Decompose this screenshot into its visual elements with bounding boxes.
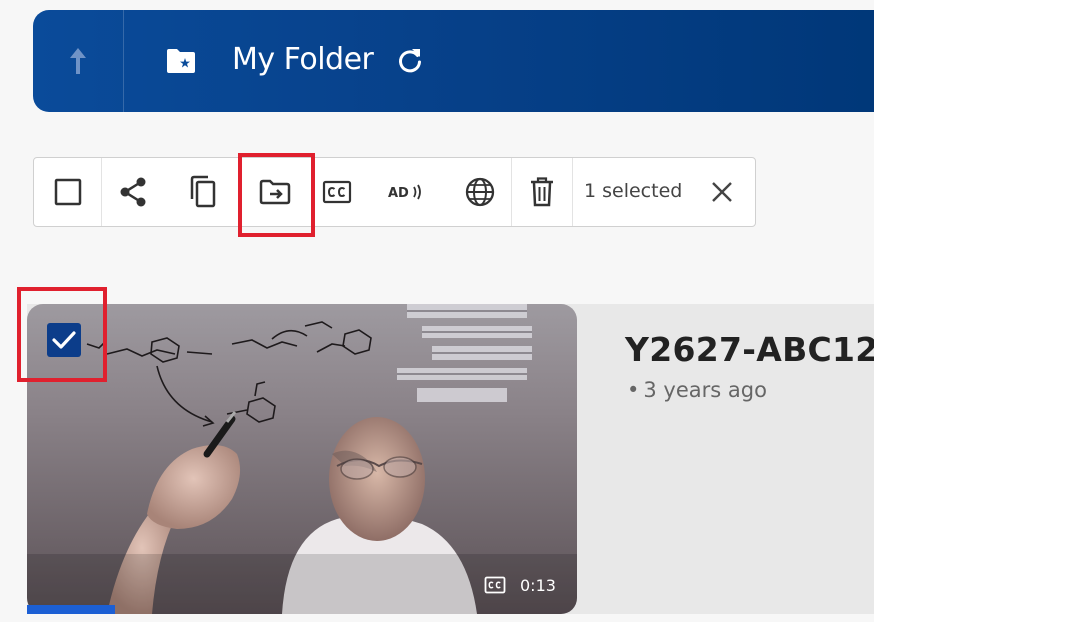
cc-icon: [484, 576, 506, 594]
up-arrow-icon: [70, 48, 86, 74]
clear-selection-button[interactable]: [694, 158, 750, 226]
share-button[interactable]: [102, 158, 164, 226]
globe-icon: [465, 177, 495, 207]
video-thumbnail-image: [27, 304, 577, 614]
folder-move-icon: [259, 179, 291, 205]
meta-dot: •: [627, 378, 640, 402]
copy-button[interactable]: [172, 158, 234, 226]
video-thumbnail[interactable]: [27, 304, 577, 614]
page: My Folder AD 1 selected 0:13 Y2627-ABC12…: [0, 0, 874, 622]
watch-progress-bar: [27, 605, 115, 614]
copy-icon: [190, 175, 216, 208]
video-title[interactable]: Y2627-ABC123-: [625, 330, 874, 369]
folder-header: My Folder: [33, 10, 874, 112]
video-duration: 0:13: [520, 575, 556, 595]
blank-area: [874, 0, 1082, 622]
close-icon: [712, 182, 732, 202]
svg-text:AD: AD: [388, 186, 409, 201]
language-button[interactable]: [449, 158, 511, 226]
up-folder-button[interactable]: [33, 10, 124, 112]
selection-count: 1 selected: [584, 180, 683, 202]
delete-button[interactable]: [512, 158, 572, 226]
toolbar-separator: [572, 158, 573, 226]
video-select-checkbox[interactable]: [47, 323, 81, 357]
video-age: 3 years ago: [643, 378, 767, 402]
checkmark-icon: [52, 331, 76, 349]
share-icon: [120, 177, 146, 207]
ad-audio-icon: AD: [388, 184, 421, 201]
audio-description-button[interactable]: AD: [376, 158, 438, 226]
move-to-folder-button[interactable]: [244, 158, 306, 226]
captions-button[interactable]: [306, 158, 368, 226]
select-all-button[interactable]: [34, 158, 101, 226]
page-title: My Folder: [232, 42, 374, 77]
checkbox-empty-icon: [54, 178, 81, 206]
video-duration-overlay: 0:13: [484, 574, 556, 596]
cc-icon: [322, 180, 352, 204]
refresh-icon[interactable]: [395, 46, 425, 76]
selection-toolbar: AD 1 selected: [33, 157, 756, 227]
shared-folder-icon: [167, 49, 195, 73]
trash-icon: [531, 177, 553, 207]
video-meta: • 3 years ago: [627, 378, 767, 402]
